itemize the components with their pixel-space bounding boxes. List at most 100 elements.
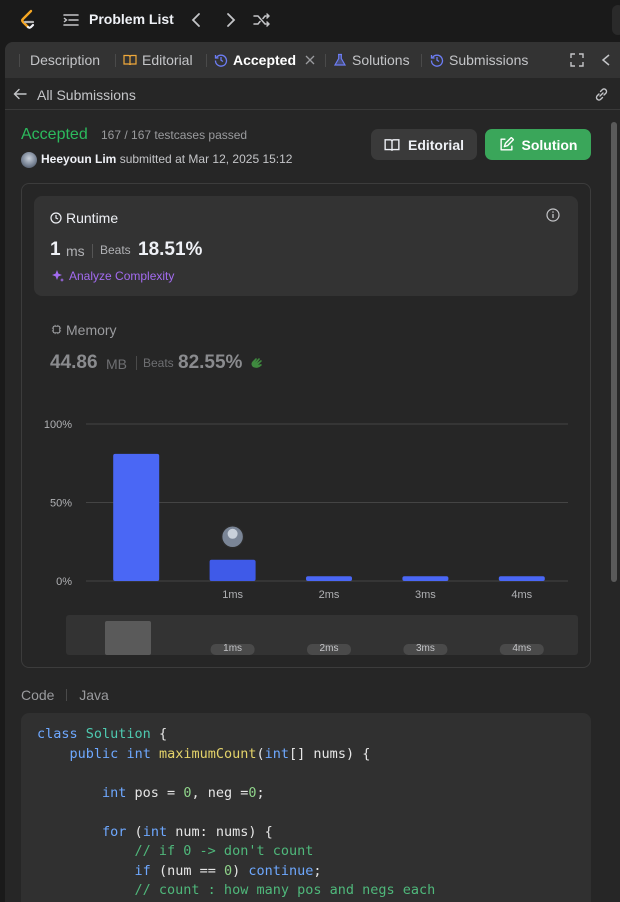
analyze-complexity-link[interactable]: Analyze Complexity <box>69 269 174 283</box>
problem-list-title[interactable]: Problem List <box>89 11 174 27</box>
code-header: Code Java <box>21 687 109 703</box>
topbar-edge-button[interactable] <box>612 5 620 35</box>
sub-header: All Submissions <box>5 78 620 110</box>
divider <box>136 356 137 370</box>
solution-button[interactable]: Solution <box>485 129 591 160</box>
chart-bar <box>209 559 256 581</box>
code-line: // if 0 -> don't count <box>37 843 314 859</box>
code-line: for (int num: nums) { <box>102 824 273 840</box>
memory-beats-percent: 82.55% <box>178 352 243 373</box>
y-tick-label: 0% <box>56 576 72 588</box>
tab-bar: Description Editorial Accepted Solutions… <box>5 42 620 78</box>
submitted-at: submitted at Mar 12, 2025 15:12 <box>119 152 293 166</box>
memory-label[interactable]: Memory <box>66 322 117 338</box>
clap-icon <box>251 358 262 368</box>
memory-value: 44.86 <box>50 352 98 373</box>
info-icon[interactable] <box>546 208 560 222</box>
solution-button-label: Solution <box>521 136 578 153</box>
divider <box>92 244 93 258</box>
tab-solutions[interactable]: Solutions <box>333 42 410 78</box>
tab-description[interactable]: Description <box>30 42 100 78</box>
username[interactable]: Heeyoun Lim <box>41 152 116 166</box>
status-accepted: Accepted <box>21 126 88 143</box>
prev-problem-icon[interactable] <box>186 10 206 30</box>
memory-unit: MB <box>106 356 127 372</box>
tab-divider <box>421 54 422 67</box>
chip-icon <box>51 324 62 335</box>
overview-label: 2ms <box>320 643 339 654</box>
top-nav: Problem List <box>0 0 620 40</box>
code-line: // count : how many pos and negs each <box>37 882 436 898</box>
submission-panel: Description Editorial Accepted Solutions… <box>5 42 620 902</box>
user-avatar-marker-detail <box>227 528 238 539</box>
tab-label: Description <box>30 52 101 68</box>
book-icon <box>123 54 137 66</box>
history-icon <box>214 54 228 67</box>
code-line: public int maximumCount(int[] nums) { <box>69 746 371 762</box>
chart-bar <box>306 576 352 581</box>
testcases-passed: 167 / 167 testcases passed <box>101 128 248 142</box>
overview-label: 4ms <box>512 643 531 654</box>
tab-divider <box>325 54 326 67</box>
runtime-distribution-chart: 0% 50% 100% 1ms 2ms 3ms 4ms 1ms 2ms 3ms 4ms <box>44 419 578 655</box>
memory-beats-label: Beats <box>143 356 174 370</box>
avatar[interactable] <box>21 152 37 168</box>
scrollbar[interactable] <box>611 122 617 582</box>
link-icon[interactable] <box>593 86 610 103</box>
tab-divider <box>19 54 20 67</box>
y-tick-label: 100% <box>44 419 72 431</box>
collapse-icon[interactable] <box>600 53 612 67</box>
editorial-button[interactable]: Editorial <box>371 129 477 160</box>
problem-list-icon[interactable] <box>62 11 80 29</box>
runtime-unit: ms <box>66 243 85 259</box>
all-submissions-link[interactable]: All Submissions <box>37 87 136 103</box>
sparkle-icon <box>52 270 64 282</box>
runtime-beats-label: Beats <box>100 243 131 257</box>
back-arrow-icon[interactable] <box>13 87 27 101</box>
tab-accepted[interactable]: Accepted <box>214 42 316 78</box>
runtime-value: 1 <box>50 239 61 260</box>
code-line: class Solution { <box>37 726 168 742</box>
flask-icon <box>333 53 347 66</box>
x-tick-label: 2ms <box>319 589 340 601</box>
history-icon <box>430 54 444 67</box>
code-language: Java <box>79 687 109 703</box>
x-tick-label: 1ms <box>222 589 243 601</box>
stats-card: Runtime 1 ms Beats 18.51% Analyze Comple… <box>21 183 591 668</box>
tab-submissions[interactable]: Submissions <box>430 42 528 78</box>
tab-divider <box>115 54 116 67</box>
edit-icon <box>499 137 514 151</box>
editorial-button-label: Editorial <box>407 136 464 153</box>
tab-divider <box>206 54 207 67</box>
runtime-card[interactable]: Runtime 1 ms Beats 18.51% Analyze Comple… <box>34 196 578 296</box>
maximize-icon[interactable] <box>570 53 584 67</box>
shuffle-icon[interactable] <box>252 10 272 30</box>
clock-icon <box>50 212 62 224</box>
overview-label: 3ms <box>416 643 435 654</box>
chart-bar <box>113 453 160 581</box>
close-tab-icon[interactable] <box>304 54 316 66</box>
x-tick-label: 3ms <box>415 589 436 601</box>
divider <box>66 689 68 701</box>
runtime-label: Runtime <box>66 210 119 226</box>
chart-bar <box>402 576 449 581</box>
tab-label: Editorial <box>142 52 193 68</box>
tab-label: Accepted <box>233 52 297 68</box>
chart-bar <box>498 576 545 581</box>
y-tick-label: 50% <box>50 498 72 510</box>
tab-label: Solutions <box>352 52 410 68</box>
runtime-beats-percent: 18.51% <box>138 239 203 260</box>
code-label: Code <box>21 687 55 703</box>
overview-bar <box>105 621 151 655</box>
leetcode-logo[interactable] <box>16 8 40 32</box>
book-icon <box>384 138 400 151</box>
tab-editorial[interactable]: Editorial <box>123 42 193 78</box>
tab-label: Submissions <box>449 52 529 68</box>
code-line: int pos = 0, neg =0; <box>102 785 265 801</box>
code-block[interactable]: class Solution { public int maximumCount… <box>21 713 591 902</box>
next-problem-icon[interactable] <box>221 10 241 30</box>
overview-label: 1ms <box>223 643 242 654</box>
code-line: if (num == 0) continue; <box>134 863 322 879</box>
submission-meta: Heeyoun Lim submitted at Mar 12, 2025 15… <box>41 152 292 166</box>
x-tick-label: 4ms <box>511 589 532 601</box>
